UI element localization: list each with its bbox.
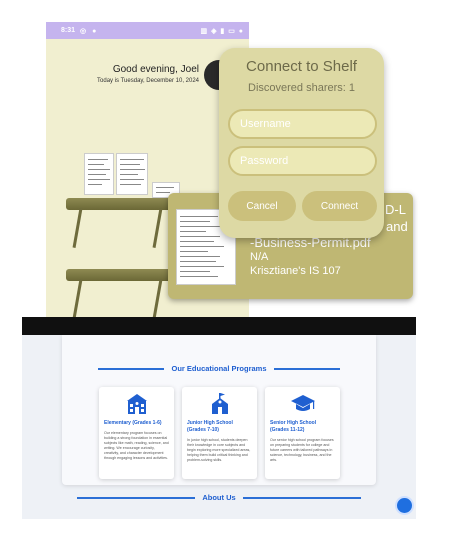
chat-icon[interactable] <box>397 498 412 513</box>
lower-shelf-bracket <box>72 279 83 319</box>
notification-icons: ◎ ● <box>80 27 99 35</box>
date-text: Today is Tuesday, December 10, 2024 <box>97 78 199 84</box>
about-heading-text: About Us <box>202 493 236 502</box>
website-top-bar <box>22 317 416 335</box>
status-bar: 8:31 ◎ ● ▥ ◈ ▮ ▭ ● <box>46 22 249 39</box>
discovered-sharers-text: Discovered sharers: 1 <box>248 82 355 94</box>
program-card-senior-high[interactable]: Senior High School (Grades 11-12) Our se… <box>265 387 340 479</box>
document-title-line1: D-L <box>385 202 406 217</box>
lower-shelf-bracket <box>152 279 163 319</box>
program-title: Elementary (Grades 1-6) <box>104 420 162 426</box>
shelf-document[interactable] <box>84 153 114 195</box>
status-time: 8:31 <box>61 27 76 34</box>
programs-section: Our Educational Programs Elementary (Gra… <box>62 335 376 485</box>
document-title-line2: and <box>386 219 408 234</box>
connect-to-shelf-dialog: Connect to Shelf Discovered sharers: 1 C… <box>219 48 384 238</box>
program-title: Junior High School (Grades 7-10) <box>187 420 233 433</box>
program-description: Our senior high school program focuses o… <box>270 438 334 463</box>
document-owner: Krisztiane's IS 107 <box>250 265 341 277</box>
greeting-text: Good evening, Joel <box>112 64 199 75</box>
upper-shelf-bracket <box>152 208 163 248</box>
document-subtitle: N/A <box>250 251 269 263</box>
connect-button[interactable]: Connect <box>302 191 377 221</box>
school-house-icon <box>182 393 257 415</box>
graduation-cap-icon <box>265 393 340 415</box>
program-title: Senior High School (Grades 11-12) <box>270 420 317 433</box>
programs-heading-text: Our Educational Programs <box>171 364 267 373</box>
school-website: Our Educational Programs Elementary (Gra… <box>22 317 416 519</box>
username-input[interactable] <box>228 109 377 139</box>
school-building-icon <box>99 393 174 415</box>
program-description: In junior high school, students deepen t… <box>187 438 251 463</box>
dialog-title: Connect to Shelf <box>246 58 357 75</box>
upper-shelf-bracket <box>72 208 83 248</box>
system-status-icons: ▥ ◈ ▮ ▭ ● <box>200 27 244 35</box>
programs-heading: Our Educational Programs <box>62 364 376 373</box>
about-heading: About Us <box>22 493 416 502</box>
program-card-elementary[interactable]: Elementary (Grades 1-6) Our elementary p… <box>99 387 174 479</box>
program-description: Our elementary program focuses on buildi… <box>104 431 169 461</box>
program-card-junior-high[interactable]: Junior High School (Grades 7-10) In juni… <box>182 387 257 479</box>
cancel-button[interactable]: Cancel <box>228 191 296 221</box>
password-input[interactable] <box>228 146 377 176</box>
shelf-document[interactable] <box>116 153 148 195</box>
